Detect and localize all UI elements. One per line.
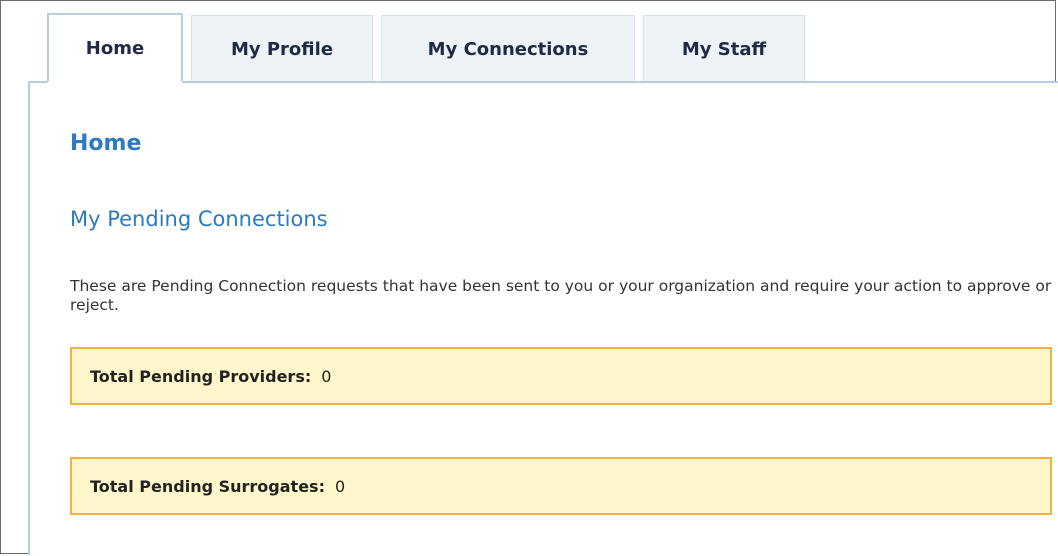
section-title: My Pending Connections <box>70 207 328 231</box>
pending-providers-count: 0 <box>321 366 332 386</box>
pending-description: These are Pending Connection requests th… <box>70 277 1052 314</box>
page-title: Home <box>70 131 142 156</box>
pending-surrogates-box: Total Pending Surrogates: 0 <box>70 457 1052 515</box>
pending-surrogates-label: Total Pending Surrogates: <box>90 476 325 496</box>
pending-providers-label: Total Pending Providers: <box>90 366 312 386</box>
tab-my-staff-label: My Staff <box>681 39 767 60</box>
tab-home[interactable]: Home <box>47 13 183 83</box>
app-frame: Home My Profile My Connections My Staff … <box>0 0 1058 555</box>
content-panel: Home My Pending Connections These are Pe… <box>28 81 1058 555</box>
tab-my-profile[interactable]: My Profile <box>191 15 373 83</box>
tab-bar: Home My Profile My Connections My Staff <box>47 13 813 83</box>
tab-my-staff[interactable]: My Staff <box>643 15 805 83</box>
tab-my-profile-label: My Profile <box>230 39 334 60</box>
tab-my-connections-label: My Connections <box>427 39 589 60</box>
pending-surrogates-count: 0 <box>334 476 346 496</box>
tab-home-label: Home <box>85 37 145 59</box>
tab-my-connections[interactable]: My Connections <box>381 15 635 83</box>
pending-providers-box: Total Pending Providers: 0 <box>70 347 1052 405</box>
